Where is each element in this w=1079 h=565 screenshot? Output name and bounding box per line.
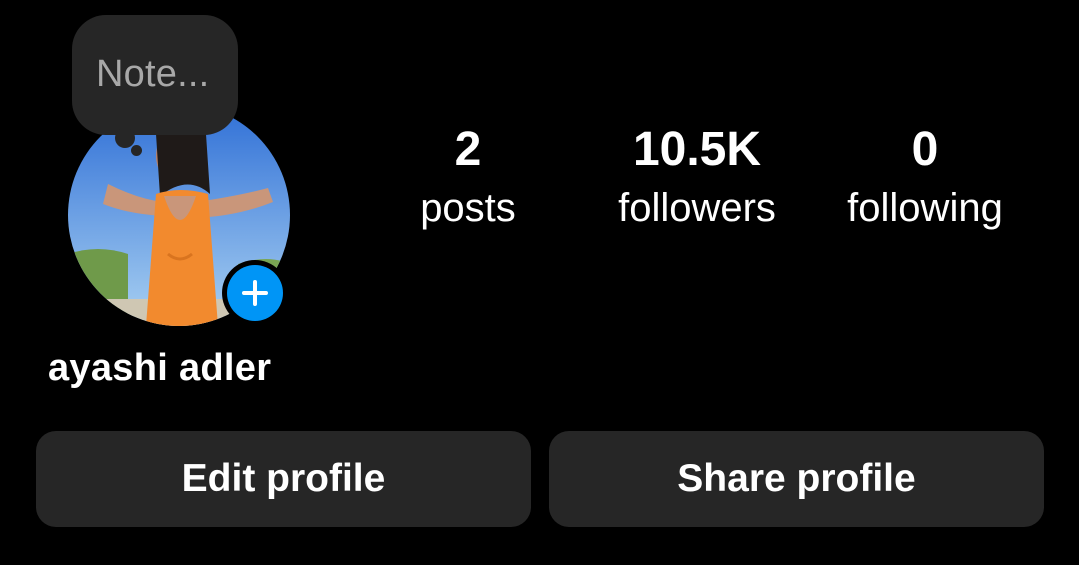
note-bubble-tail-large <box>115 128 135 148</box>
note-bubble-tail-small <box>131 145 142 156</box>
followers-label: followers <box>618 186 776 230</box>
profile-username: ayashi adler <box>48 347 272 389</box>
posts-label: posts <box>420 186 516 230</box>
following-label: following <box>847 186 1003 230</box>
add-story-button[interactable] <box>222 260 288 326</box>
edit-profile-label: Edit profile <box>181 457 386 500</box>
share-profile-button[interactable]: Share profile <box>549 431 1044 527</box>
avatar-container <box>68 104 290 326</box>
followers-count: 10.5K <box>632 123 762 176</box>
following-count: 0 <box>911 123 939 176</box>
add-story-badge <box>227 265 283 321</box>
edit-profile-button[interactable]: Edit profile <box>36 431 531 527</box>
posts-stat[interactable]: 2 posts <box>393 122 543 238</box>
posts-count: 2 <box>454 123 482 176</box>
following-stat[interactable]: 0 following <box>826 122 1024 238</box>
note-bubble[interactable]: Note... <box>72 15 238 135</box>
plus-icon <box>242 280 268 306</box>
share-profile-label: Share profile <box>677 457 916 500</box>
note-placeholder: Note... <box>96 53 210 95</box>
followers-stat[interactable]: 10.5K followers <box>596 122 798 238</box>
